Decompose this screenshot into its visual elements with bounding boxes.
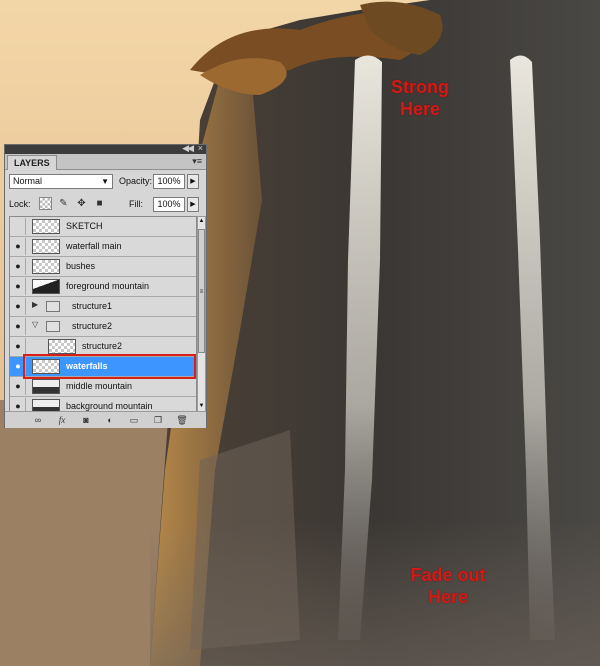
layer-thumbnail: [48, 339, 76, 354]
layer-row-middle-mountain[interactable]: ● middle mountain: [10, 377, 196, 397]
visibility-eye-icon[interactable]: ●: [11, 378, 26, 395]
close-icon[interactable]: ×: [198, 143, 203, 154]
lock-move-icon[interactable]: ✥: [75, 197, 88, 210]
layer-list: ● SKETCH ● waterfall main ● bushes ● for…: [9, 216, 197, 412]
layer-name: structure2: [82, 341, 123, 351]
visibility-eye-icon[interactable]: ●: [11, 238, 26, 255]
blend-mode-select[interactable]: Normal ▼: [9, 174, 113, 189]
panel-titlebar[interactable]: ◀◀ ×: [5, 143, 206, 154]
annotation-top-line1: Strong: [391, 77, 449, 97]
tab-layers[interactable]: LAYERS: [7, 155, 57, 170]
visibility-eye-icon[interactable]: ●: [11, 218, 26, 235]
visibility-eye-icon[interactable]: ●: [11, 398, 26, 411]
layer-row-foreground-mountain[interactable]: ● foreground mountain: [10, 277, 196, 297]
blend-row: Normal ▼ Opacity: 100% ▶: [5, 172, 206, 192]
annotation-fade-out-here: Fade out Here: [396, 564, 500, 608]
layer-thumbnail: [32, 239, 60, 254]
add-mask-icon[interactable]: ◙: [79, 414, 93, 426]
delete-layer-icon[interactable]: 🗑: [175, 414, 189, 426]
lock-all-icon[interactable]: ■: [93, 197, 106, 210]
visibility-eye-icon[interactable]: ●: [11, 318, 26, 335]
visibility-eye-icon[interactable]: ●: [11, 298, 26, 315]
chevron-down-icon: ▼: [101, 177, 109, 186]
collapse-triangle-icon[interactable]: ▽: [32, 320, 38, 329]
scroll-thumb[interactable]: ≡: [198, 229, 205, 353]
opacity-slider-button[interactable]: ▶: [187, 174, 199, 189]
folder-icon: [46, 321, 60, 332]
collapse-icon[interactable]: ◀◀: [182, 143, 194, 154]
layer-name: middle mountain: [66, 381, 133, 391]
new-layer-icon[interactable]: ❐: [151, 414, 165, 426]
visibility-eye-icon[interactable]: ●: [11, 338, 26, 355]
opacity-input[interactable]: 100%: [153, 174, 185, 189]
lock-paint-brush-icon[interactable]: ✎: [57, 197, 70, 210]
link-layers-icon[interactable]: ∞: [31, 414, 45, 426]
layer-thumbnail: [32, 379, 60, 394]
layer-name: background mountain: [66, 401, 153, 411]
lock-transparency-icon[interactable]: [39, 197, 52, 210]
layer-group-structure2[interactable]: ● ▽ structure2: [10, 317, 196, 337]
lock-row: Lock: ✎ ✥ ■ Fill: 100% ▶: [5, 194, 206, 214]
layer-name: structure1: [72, 301, 113, 311]
layer-name: waterfall main: [66, 241, 122, 251]
visibility-eye-icon[interactable]: ●: [11, 278, 26, 295]
folder-icon: [46, 301, 60, 312]
panel-menu-icon[interactable]: ▾≡: [192, 156, 202, 167]
layers-panel: ◀◀ × LAYERS ▾≡ Normal ▼ Opacity: 100% ▶ …: [4, 143, 207, 428]
new-group-icon[interactable]: ▭: [127, 414, 141, 426]
annotation-top-line2: Here: [399, 99, 441, 119]
expand-triangle-icon[interactable]: ▶: [32, 300, 38, 309]
fill-input[interactable]: 100%: [153, 197, 185, 212]
layer-name: SKETCH: [66, 221, 103, 231]
annotation-bottom-line2: Here: [427, 587, 469, 607]
layer-name: bushes: [66, 261, 96, 271]
layer-list-scrollbar[interactable]: ▲ ≡ ▼: [197, 216, 206, 412]
layer-name: foreground mountain: [66, 281, 150, 291]
layer-name: structure2: [72, 321, 113, 331]
lock-label: Lock:: [9, 199, 31, 209]
panel-tab-row: LAYERS ▾≡: [5, 154, 206, 170]
layer-row-sketch[interactable]: ● SKETCH: [10, 217, 196, 237]
annotation-strong-here: Strong Here: [384, 76, 456, 120]
blend-mode-value: Normal: [13, 176, 43, 186]
fill-label: Fill:: [129, 199, 143, 209]
layer-row-bushes[interactable]: ● bushes: [10, 257, 196, 277]
layers-bottom-toolbar: ∞ fx ◙ ◐ ▭ ❐ 🗑: [5, 411, 206, 428]
fx-icon[interactable]: fx: [55, 414, 69, 426]
annotation-bottom-line1: Fade out: [410, 565, 486, 585]
visibility-eye-icon[interactable]: ●: [11, 258, 26, 275]
scroll-down-icon[interactable]: ▼: [198, 402, 205, 411]
layer-thumbnail: [32, 259, 60, 274]
layer-thumbnail: [32, 279, 60, 294]
layer-row-waterfall-main[interactable]: ● waterfall main: [10, 237, 196, 257]
layer-group-structure1[interactable]: ● ▶ structure1: [10, 297, 196, 317]
fill-slider-button[interactable]: ▶: [187, 197, 199, 212]
scroll-up-icon[interactable]: ▲: [198, 217, 205, 226]
opacity-label: Opacity:: [119, 176, 153, 186]
adjustment-layer-icon[interactable]: ◐: [103, 414, 117, 426]
selected-layer-highlight: [23, 354, 196, 379]
layer-thumbnail: [32, 219, 60, 234]
layer-row-background-mountain[interactable]: ● background mountain: [10, 397, 196, 411]
